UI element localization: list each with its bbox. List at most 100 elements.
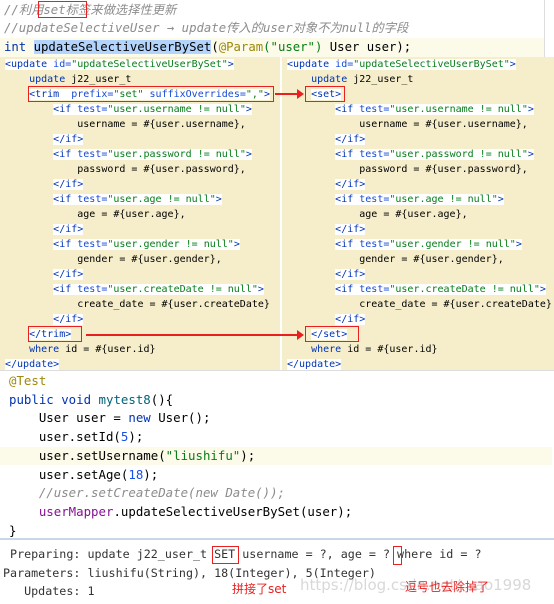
code-token: id = #{user.id} xyxy=(59,344,156,355)
code-token: </if> xyxy=(53,269,84,280)
code-token: > xyxy=(515,239,522,250)
highlight-box-trim-close xyxy=(28,326,82,342)
code-token: ); xyxy=(240,447,256,463)
code-line: username = #{user.username}, xyxy=(287,117,528,132)
highlight-box-set-tag xyxy=(38,1,87,18)
code-line: public void mytest8(){ xyxy=(9,391,173,409)
code-line: password = #{user.password}, xyxy=(287,162,528,177)
code-token: ("user") xyxy=(263,40,323,54)
code-line: </if> xyxy=(287,132,366,147)
code-token: > xyxy=(527,104,534,115)
code-line: <if test="user.gender != null"> xyxy=(5,237,240,252)
code-token: userMapper xyxy=(38,503,114,519)
selected-method-name[interactable]: updateSelectiveUserBySet xyxy=(33,40,212,54)
code-token: id= xyxy=(335,59,354,70)
code-token: test= xyxy=(359,149,390,160)
code-token: "user.age != null" xyxy=(107,194,216,205)
code-line: <update id="updateSelectiveUserBySet"> xyxy=(287,57,516,72)
code-token: j22_user_t xyxy=(65,74,132,85)
comment-line: //updateSelectiveUser → update传入的user对象不… xyxy=(4,21,409,35)
code-token: > xyxy=(245,149,252,160)
code-token: ); xyxy=(128,429,144,445)
code-line: where id = #{user.id} xyxy=(287,342,437,357)
method-signature: int updateSelectiveUserBySet(@Param("use… xyxy=(0,38,544,57)
code-token: > xyxy=(227,59,234,70)
code-token: public void xyxy=(9,391,99,407)
code-token: @Test xyxy=(9,373,47,388)
code-token: "user.age != null" xyxy=(389,194,498,205)
code-token: <update xyxy=(287,59,336,70)
code-token: <if xyxy=(53,149,78,160)
code-token: <if xyxy=(53,194,78,205)
code-line: </if> xyxy=(287,177,366,192)
code-line: gender = #{user.gender}, xyxy=(5,252,222,267)
code-token: </if> xyxy=(335,179,366,190)
code-token: (){ xyxy=(150,391,174,407)
code-token: id= xyxy=(53,59,72,70)
code-line: create_date = #{user.createDate} xyxy=(5,297,270,312)
code-line: create_date = #{user.createDate} xyxy=(287,297,552,312)
code-line: <if test="user.createDate != null"> xyxy=(287,282,546,297)
log-preparing: Preparing: update j22_user_t SET usernam… xyxy=(3,547,482,561)
code-token: <if xyxy=(53,104,78,115)
code-token: > xyxy=(257,284,264,295)
code-line: @Test xyxy=(9,372,46,390)
code-token: test= xyxy=(359,284,390,295)
code-token: <if xyxy=(335,239,360,250)
code-line: password = #{user.password}, xyxy=(5,162,246,177)
code-token: </if> xyxy=(53,134,84,145)
code-token: mytest8 xyxy=(98,391,151,407)
code-token: <if xyxy=(335,194,360,205)
code-token: where xyxy=(29,344,60,355)
code-token: "user.username != null" xyxy=(107,104,246,115)
code-token: 18 xyxy=(128,466,144,482)
code-token: update xyxy=(311,74,348,85)
code-token: ); xyxy=(143,466,159,482)
code-token: <if xyxy=(53,239,78,250)
code-token: age = #{user.age}, xyxy=(5,209,186,220)
highlight-box-removed-comma xyxy=(393,546,402,565)
code-token: > xyxy=(527,149,534,160)
code-token: </if> xyxy=(335,269,366,280)
code-token: user.setId( xyxy=(9,429,121,445)
code-line: <if test="user.age != null"> xyxy=(5,192,222,207)
code-token: User user = xyxy=(9,410,129,426)
code-line: <update id="updateSelectiveUserBySet"> xyxy=(5,57,234,72)
code-token: "updateSelectiveUserBySet" xyxy=(71,59,228,70)
highlight-box-set-close xyxy=(305,326,359,342)
code-token: password = #{user.password}, xyxy=(287,164,528,175)
code-line: </if> xyxy=(287,312,366,327)
code-token: .updateSelectiveUserBySet(user); xyxy=(113,503,353,519)
code-token: > xyxy=(539,284,546,295)
code-line: </if> xyxy=(5,132,84,147)
code-token: where xyxy=(311,344,342,355)
code-token: User(); xyxy=(150,410,211,426)
code-token: age = #{user.age}, xyxy=(287,209,468,220)
code-line: <if test="user.username != null"> xyxy=(287,102,534,117)
code-line: User user = new User(); xyxy=(9,409,211,427)
code-token: test= xyxy=(77,194,108,205)
code-line: user.setUsername("liushifu"); xyxy=(0,446,552,465)
code-token: > xyxy=(497,194,504,205)
code-token: <if xyxy=(335,284,360,295)
code-token: test= xyxy=(77,239,108,250)
code-token: > xyxy=(215,194,222,205)
